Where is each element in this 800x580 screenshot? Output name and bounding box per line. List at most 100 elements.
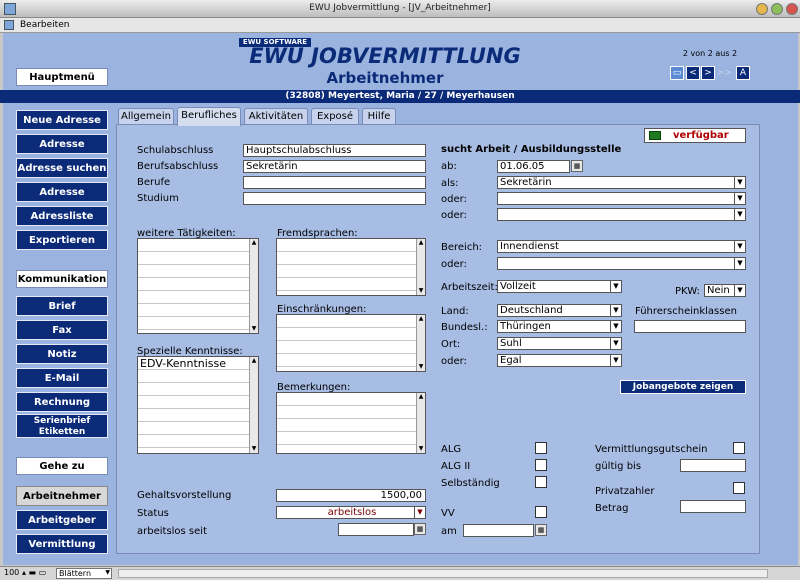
abc-button[interactable]: A	[736, 66, 750, 80]
tab-allgemein[interactable]: Allgemein	[118, 108, 174, 125]
status-badge: verfügbar	[644, 128, 746, 143]
gehaltsvorstellung-field[interactable]: 1500,00	[276, 489, 426, 502]
tab-berufliches[interactable]: Berufliches	[177, 107, 241, 126]
bundesland-label: Bundesl.:	[441, 322, 488, 333]
status-select[interactable]: arbeitslos ▼	[276, 506, 426, 519]
adresse-drucken-button[interactable]: Adresse drucken	[16, 182, 108, 217]
zoom-level[interactable]: 100	[4, 568, 19, 577]
bemerkungen-list[interactable]: ▲ ▼	[276, 392, 426, 454]
gueltig-bis-label: gültig bis	[595, 461, 642, 472]
goto-arbeitnehmer-button[interactable]: Arbeitnehmer	[16, 486, 108, 506]
bereich-label: Bereich:	[441, 242, 483, 253]
gueltig-bis-field[interactable]	[680, 459, 746, 472]
am-date-field[interactable]	[463, 524, 534, 537]
oder1-label: oder:	[441, 194, 467, 205]
oder2-select[interactable]: ▼	[497, 208, 746, 221]
menu-bar: Bearbeiten	[0, 18, 800, 33]
bundesland-select[interactable]: Thüringen ▼	[497, 320, 622, 333]
betrag-field[interactable]	[680, 500, 746, 513]
next-record-button[interactable]: >	[701, 66, 715, 80]
status-value: arbeitslos	[327, 507, 377, 518]
selbstaendig-checkbox[interactable]	[535, 476, 547, 488]
ort-value: Suhl	[500, 338, 522, 349]
tab-aktivitaeten[interactable]: Aktivitäten	[244, 108, 308, 125]
vv-checkbox[interactable]	[535, 506, 547, 518]
chevron-down-icon: ▼	[734, 209, 745, 220]
serienbrief-button[interactable]: Serienbrief Etiketten	[16, 414, 108, 438]
adresse-loeschen-button[interactable]: Adresse löschen	[16, 134, 108, 169]
chevron-down-icon: ▼	[734, 258, 745, 269]
adressliste-button[interactable]: Adressliste	[16, 206, 108, 226]
alg2-label: ALG II	[441, 461, 471, 472]
ab-date-field[interactable]: 01.06.05	[497, 160, 570, 173]
berufe-field[interactable]	[243, 176, 426, 189]
zoom-icon[interactable]: ▴ ▬ ▭	[22, 568, 46, 577]
mode-select[interactable]: Blättern ▼	[56, 568, 112, 579]
alg-label: ALG	[441, 444, 462, 455]
calendar-icon[interactable]: ▦	[571, 160, 583, 172]
hauptmenu-button[interactable]: Hauptmenü	[16, 68, 108, 86]
land-label: Land:	[441, 306, 469, 317]
minimize-icon[interactable]	[756, 3, 768, 15]
rechnung-button[interactable]: Rechnung	[16, 392, 108, 412]
record-info-bar: (32808) Meyertest, Maria / 27 / Meyerhau…	[0, 90, 800, 103]
exportieren-button[interactable]: Exportieren	[16, 230, 108, 250]
jobangebote-button[interactable]: Jobangebote zeigen	[620, 380, 746, 394]
gutschein-checkbox[interactable]	[733, 442, 745, 454]
studium-field[interactable]	[243, 192, 426, 205]
als-select[interactable]: Sekretärin ▼	[497, 176, 746, 189]
last-record-button[interactable]: >>	[716, 66, 732, 80]
alg2-checkbox[interactable]	[535, 459, 547, 471]
schulabschluss-label: Schulabschluss	[137, 145, 214, 156]
brief-button[interactable]: Brief	[16, 296, 108, 316]
goto-vermittlung-button[interactable]: Vermittlung	[16, 534, 108, 554]
land-select[interactable]: Deutschland ▼	[497, 304, 622, 317]
horizontal-scrollbar[interactable]	[118, 569, 768, 578]
einschraenkungen-list[interactable]: ▲ ▼	[276, 314, 426, 372]
fax-button[interactable]: Fax	[16, 320, 108, 340]
spezielle-kenntnisse-list[interactable]: EDV-Kenntnisse ▲ ▼	[137, 356, 259, 454]
calendar-icon[interactable]: ▦	[535, 524, 547, 536]
arbeitszeit-select[interactable]: Vollzeit ▼	[497, 280, 622, 293]
oder3-select[interactable]: ▼	[497, 257, 746, 270]
chevron-down-icon: ▼	[734, 193, 745, 204]
window-title: EWU Jobvermittlung - [JV_Arbeitnehmer]	[309, 3, 491, 13]
oder1-select[interactable]: ▼	[497, 192, 746, 205]
doc-icon	[4, 20, 14, 30]
neue-adresse-button[interactable]: Neue Adresse	[16, 110, 108, 130]
pkw-select[interactable]: Nein ▼	[704, 284, 746, 297]
arbeitslos-seit-field[interactable]	[338, 523, 414, 536]
oder4-value: Egal	[500, 355, 522, 366]
close-icon[interactable]	[786, 3, 798, 15]
ort-select[interactable]: Suhl ▼	[497, 337, 622, 350]
berufe-label: Berufe	[137, 177, 171, 188]
prev-record-button[interactable]: <	[686, 66, 700, 80]
oder4-select[interactable]: Egal ▼	[497, 354, 622, 367]
maximize-icon[interactable]	[771, 3, 783, 15]
als-label: als:	[441, 178, 459, 189]
fremdsprachen-list[interactable]: ▲ ▼	[276, 238, 426, 296]
schulabschluss-field[interactable]: Hauptschulabschluss	[243, 144, 426, 157]
first-record-button[interactable]: ▭	[670, 66, 684, 80]
adresse-suchen-button[interactable]: Adresse suchen	[16, 158, 108, 178]
ab-label: ab:	[441, 161, 457, 172]
berufsabschluss-field[interactable]: Sekretärin	[243, 160, 426, 173]
weitere-taetigkeiten-list[interactable]: ▲ ▼	[137, 238, 259, 334]
app-title: EWU JOBVERMITTLUNG	[249, 44, 521, 68]
tab-expose[interactable]: Exposé	[311, 108, 359, 125]
notiz-button[interactable]: Notiz	[16, 344, 108, 364]
berufsabschluss-label: Berufsabschluss	[137, 161, 219, 172]
goto-arbeitgeber-button[interactable]: Arbeitgeber	[16, 510, 108, 530]
bereich-select[interactable]: Innendienst ▼	[497, 240, 746, 253]
calendar-icon[interactable]: ▦	[414, 523, 426, 535]
betrag-label: Betrag	[595, 503, 629, 514]
bundesland-value: Thüringen	[500, 321, 551, 332]
menu-bearbeiten[interactable]: Bearbeiten	[20, 20, 69, 30]
privatzahler-checkbox[interactable]	[733, 482, 745, 494]
fuehrerschein-field[interactable]	[634, 320, 746, 333]
tab-hilfe[interactable]: Hilfe	[362, 108, 396, 125]
email-button[interactable]: E-Mail	[16, 368, 108, 388]
status-bar: 100 ▴ ▬ ▭ Blättern ▼	[0, 566, 800, 580]
alg-checkbox[interactable]	[535, 442, 547, 454]
chevron-down-icon: ▼	[610, 355, 621, 366]
